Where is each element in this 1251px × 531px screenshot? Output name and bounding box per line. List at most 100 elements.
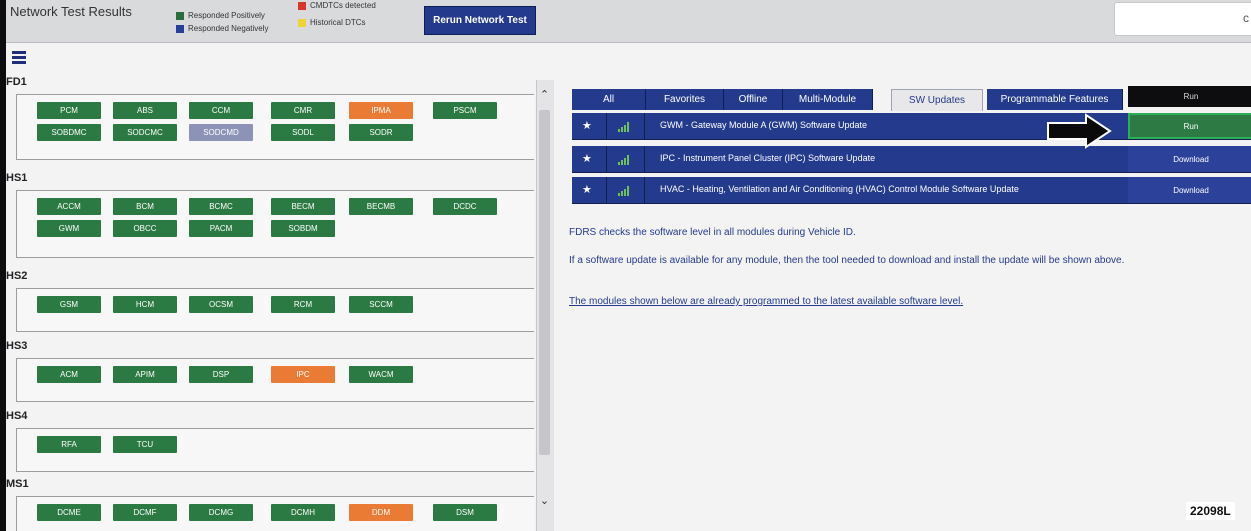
signal-strength-icon bbox=[618, 122, 629, 132]
top-bar: Network Test Results Responded Positivel… bbox=[6, 0, 1251, 43]
update-description: IPC - Instrument Panel Cluster (IPC) Sof… bbox=[660, 153, 876, 163]
page-title: Network Test Results bbox=[10, 4, 132, 19]
legend-swatch bbox=[176, 11, 184, 20]
figure-reference: 22098L bbox=[1186, 502, 1235, 520]
module-button-rcm[interactable]: RCM bbox=[271, 296, 335, 313]
update-description: GWM - Gateway Module A (GWM) Software Up… bbox=[660, 120, 868, 130]
module-button-ipma[interactable]: IPMA bbox=[349, 102, 413, 119]
signal-strength-icon bbox=[618, 155, 629, 165]
module-button-sccm[interactable]: SCCM bbox=[349, 296, 413, 313]
bus-group-hs1: ACCM BCM BCMC BECM BECMB DCDC GWM OBCC PACM SOBDM bbox=[16, 190, 534, 258]
run-column-header: Run bbox=[1128, 86, 1251, 107]
module-button-abs[interactable]: ABS bbox=[113, 102, 177, 119]
tab-all[interactable]: All bbox=[572, 89, 646, 110]
list-view-icon[interactable] bbox=[12, 51, 26, 64]
module-button-dcmf[interactable]: DCMF bbox=[113, 504, 177, 521]
module-button-dcmg[interactable]: DCMG bbox=[189, 504, 253, 521]
info-link-programmed[interactable]: The modules shown below are already prog… bbox=[569, 296, 963, 307]
download-button[interactable]: Download bbox=[1128, 177, 1251, 203]
bus-group-fd1: PCM ABS CCM CMR IPMA PSCM SOBDMC SODCMC SODCMD SO… bbox=[16, 94, 534, 160]
legend-swatch bbox=[176, 24, 184, 33]
module-button-ddm[interactable]: DDM bbox=[349, 504, 413, 521]
legend-label: Responded Negatively bbox=[188, 24, 269, 33]
update-row-gwm[interactable]: ★ GWM - Gateway Module A (GWM) Software … bbox=[572, 113, 1251, 140]
module-button-dsm[interactable]: DSM bbox=[433, 504, 497, 521]
module-network-panel: FD1 PCM ABS CCM CMR IPMA PSCM SOBDMC SODCMC SODCM… bbox=[6, 76, 534, 531]
bus-group-hs3: ACM APIM DSP IPC WACM bbox=[16, 358, 534, 402]
scrollbar-thumb[interactable] bbox=[539, 110, 550, 455]
module-button-pscm[interactable]: PSCM bbox=[433, 102, 497, 119]
module-button-sobdmc[interactable]: SOBDMC bbox=[37, 124, 101, 141]
chevron-up-icon[interactable]: ⌃ bbox=[536, 88, 553, 102]
bus-label-hs1: HS1 bbox=[6, 172, 28, 184]
module-button-ipc[interactable]: IPC bbox=[271, 366, 335, 383]
module-button-obcc[interactable]: OBCC bbox=[113, 220, 177, 237]
bus-group-ms1: DCME DCMF DCMG DCMH DDM DSM bbox=[16, 496, 534, 531]
update-description: HVAC - Heating, Ventilation and Air Cond… bbox=[660, 184, 1019, 194]
module-button-pacm[interactable]: PACM bbox=[189, 220, 253, 237]
toolbox-tabs: All Favorites Offline Multi-Module SW Up… bbox=[572, 89, 1123, 111]
chevron-down-icon[interactable]: ⌄ bbox=[536, 494, 553, 508]
tab-programmable-features[interactable]: Programmable Features bbox=[987, 89, 1123, 110]
module-button-accm[interactable]: ACCM bbox=[37, 198, 101, 215]
module-button-sodl[interactable]: SODL bbox=[271, 124, 335, 141]
bus-label-hs3: HS3 bbox=[6, 340, 28, 352]
rerun-network-test-button[interactable]: Rerun Network Test bbox=[424, 6, 536, 35]
module-button-sodcmd[interactable]: SODCMD bbox=[189, 124, 253, 141]
update-row-ipc[interactable]: ★ IPC - Instrument Panel Cluster (IPC) S… bbox=[572, 146, 1251, 173]
module-button-ocsm[interactable]: OCSM bbox=[189, 296, 253, 313]
legend-historical-dtcs: Historical DTCs bbox=[298, 18, 366, 27]
bus-group-hs4: RFA TCU bbox=[16, 428, 534, 472]
module-button-sodr[interactable]: SODR bbox=[349, 124, 413, 141]
legend-label: Historical DTCs bbox=[310, 18, 366, 27]
search-glyph: c bbox=[1243, 11, 1249, 25]
module-button-tcu[interactable]: TCU bbox=[113, 436, 177, 453]
run-button[interactable]: Run bbox=[1128, 113, 1251, 139]
info-text-check: FDRS checks the software level in all mo… bbox=[569, 227, 856, 238]
pointer-arrow-icon bbox=[1047, 113, 1112, 149]
info-text-update: If a software update is available for an… bbox=[569, 255, 1125, 266]
module-button-gwm[interactable]: GWM bbox=[37, 220, 101, 237]
favorite-star-icon[interactable]: ★ bbox=[582, 119, 592, 132]
legend-label: Responded Positively bbox=[188, 11, 265, 20]
module-button-ccm[interactable]: CCM bbox=[189, 102, 253, 119]
search-input[interactable]: c bbox=[1114, 2, 1251, 36]
tab-favorites[interactable]: Favorites bbox=[646, 89, 724, 110]
module-button-becmb[interactable]: BECMB bbox=[349, 198, 413, 215]
signal-strength-icon bbox=[618, 186, 629, 196]
legend-swatch bbox=[298, 18, 306, 27]
module-button-gsm[interactable]: GSM bbox=[37, 296, 101, 313]
module-button-dcdc[interactable]: DCDC bbox=[433, 198, 497, 215]
module-button-becm[interactable]: BECM bbox=[271, 198, 335, 215]
module-button-sodcmc[interactable]: SODCMC bbox=[113, 124, 177, 141]
module-button-sobdm[interactable]: SOBDM bbox=[271, 220, 335, 237]
module-button-dsp[interactable]: DSP bbox=[189, 366, 253, 383]
download-button[interactable]: Download bbox=[1128, 146, 1251, 172]
bus-label-ms1: MS1 bbox=[6, 478, 29, 490]
legend-swatch bbox=[298, 1, 306, 10]
legend-cmdtcs: CMDTCs detected bbox=[298, 1, 376, 10]
tab-offline[interactable]: Offline bbox=[724, 89, 783, 110]
update-row-hvac[interactable]: ★ HVAC - Heating, Ventilation and Air Co… bbox=[572, 177, 1251, 204]
legend-responded-negatively: Responded Negatively bbox=[176, 24, 269, 33]
module-button-bcmc[interactable]: BCMC bbox=[189, 198, 253, 215]
bus-label-fd1: FD1 bbox=[6, 76, 27, 88]
module-button-cmr[interactable]: CMR bbox=[271, 102, 335, 119]
module-button-bcm[interactable]: BCM bbox=[113, 198, 177, 215]
tab-multi-module[interactable]: Multi-Module bbox=[783, 89, 873, 110]
tab-sw-updates[interactable]: SW Updates bbox=[891, 89, 983, 111]
module-button-dcme[interactable]: DCME bbox=[37, 504, 101, 521]
module-button-acm[interactable]: ACM bbox=[37, 366, 101, 383]
favorite-star-icon[interactable]: ★ bbox=[582, 183, 592, 196]
module-button-rfa[interactable]: RFA bbox=[37, 436, 101, 453]
module-button-hcm[interactable]: HCM bbox=[113, 296, 177, 313]
module-button-dcmh[interactable]: DCMH bbox=[271, 504, 335, 521]
module-button-apim[interactable]: APIM bbox=[113, 366, 177, 383]
bus-label-hs2: HS2 bbox=[6, 270, 28, 282]
favorite-star-icon[interactable]: ★ bbox=[582, 152, 592, 165]
fdrs-screen: Network Test Results Responded Positivel… bbox=[6, 0, 1251, 531]
bus-group-hs2: GSM HCM OCSM RCM SCCM bbox=[16, 288, 534, 332]
bus-label-hs4: HS4 bbox=[6, 410, 28, 422]
module-button-pcm[interactable]: PCM bbox=[37, 102, 101, 119]
module-button-wacm[interactable]: WACM bbox=[349, 366, 413, 383]
